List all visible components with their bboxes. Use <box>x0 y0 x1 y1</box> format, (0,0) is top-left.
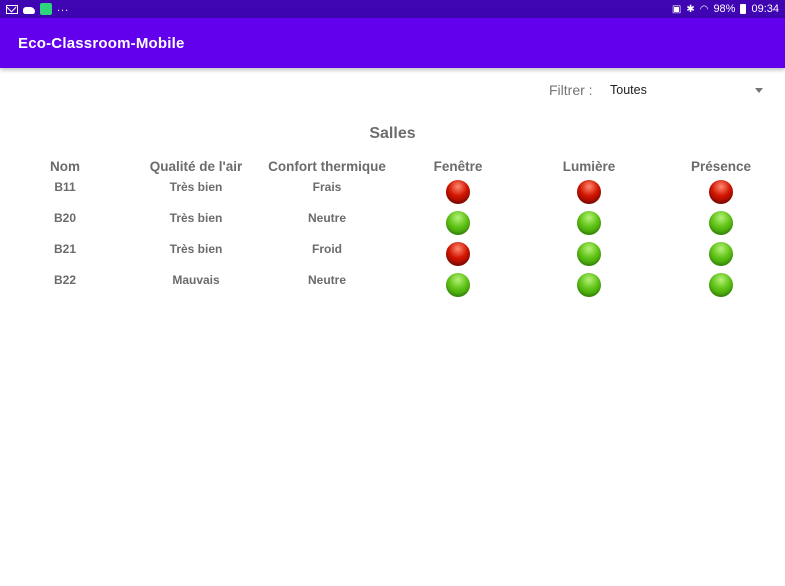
header-fenetre: Fenêtre <box>433 159 483 174</box>
filter-selected-value: Toutes <box>610 83 647 97</box>
filter-row: Filtrer : Toutes <box>549 78 765 102</box>
header-lumiere: Lumière <box>562 159 616 174</box>
thermal-comfort: Frais <box>312 180 342 194</box>
bluetooth-icon: ✱ <box>686 3 695 15</box>
battery-icon <box>740 4 747 14</box>
app-notification-icon <box>40 3 52 15</box>
window-status-indicator[interactable] <box>446 242 470 266</box>
light-status-indicator[interactable] <box>577 211 601 235</box>
window-status-indicator[interactable] <box>446 180 470 204</box>
status-bar-right: ▣ ✱ ◠ 98% 09:34 <box>672 3 779 15</box>
header-nom: Nom <box>50 159 80 174</box>
clock: 09:34 <box>751 3 779 15</box>
filter-label: Filtrer : <box>549 82 593 98</box>
light-status-indicator[interactable] <box>577 273 601 297</box>
section-title: Salles <box>369 125 416 142</box>
table-row[interactable]: B21 Très bien Froid <box>0 240 785 271</box>
room-name: B11 <box>54 180 76 194</box>
more-notifications-indicator: ... <box>57 2 70 14</box>
air-quality: Très bien <box>169 180 223 194</box>
window-status-indicator[interactable] <box>446 273 470 297</box>
presence-status-indicator[interactable] <box>709 211 733 235</box>
status-bar-left: ... <box>6 2 70 15</box>
table-row[interactable]: B22 Mauvais Neutre <box>0 271 785 302</box>
header-qualite-air: Qualité de l'air <box>149 159 243 174</box>
app-bar: Eco-Classroom-Mobile <box>0 18 785 68</box>
air-quality: Mauvais <box>172 273 220 287</box>
mail-icon <box>6 4 18 14</box>
light-status-indicator[interactable] <box>577 180 601 204</box>
air-quality: Très bien <box>169 211 223 225</box>
presence-status-indicator[interactable] <box>709 180 733 204</box>
room-name: B21 <box>53 242 77 256</box>
presence-status-indicator[interactable] <box>709 273 733 297</box>
air-quality: Très bien <box>169 242 223 256</box>
cloud-icon <box>23 6 35 14</box>
room-name: B22 <box>53 273 77 287</box>
presence-status-indicator[interactable] <box>709 242 733 266</box>
window-status-indicator[interactable] <box>446 211 470 235</box>
app-title: Eco-Classroom-Mobile <box>18 34 185 52</box>
battery-percent: 98% <box>713 3 736 15</box>
thermal-comfort: Neutre <box>307 211 347 225</box>
light-status-indicator[interactable] <box>577 242 601 266</box>
thermal-comfort: Froid <box>312 242 342 256</box>
status-bar: ... ▣ ✱ ◠ 98% 09:34 <box>0 0 785 18</box>
header-confort-thermique: Confort thermique <box>268 159 386 174</box>
wifi-icon: ◠ <box>699 3 709 15</box>
nfc-icon: ▣ <box>671 3 682 15</box>
header-presence: Présence <box>690 159 752 174</box>
filter-dropdown[interactable]: Toutes <box>610 83 765 97</box>
thermal-comfort: Neutre <box>307 273 347 287</box>
table-row[interactable]: B11 Très bien Frais <box>0 178 785 209</box>
rooms-table: Nom Qualité de l'air Confort thermique F… <box>0 158 785 302</box>
room-name: B20 <box>53 211 77 225</box>
table-header: Nom Qualité de l'air Confort thermique F… <box>0 158 785 178</box>
dropdown-arrow-icon <box>755 87 763 93</box>
table-row[interactable]: B20 Très bien Neutre <box>0 209 785 240</box>
